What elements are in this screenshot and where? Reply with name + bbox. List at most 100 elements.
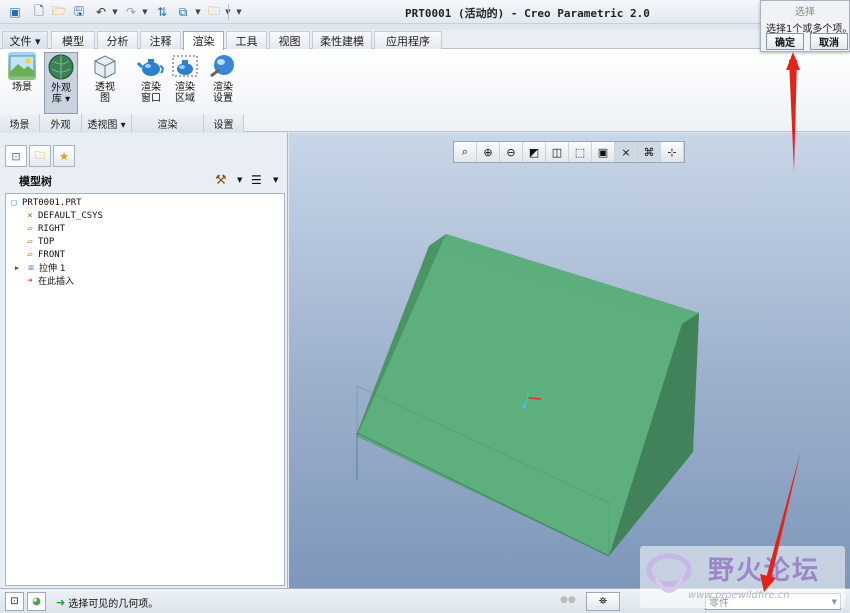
folder-icon: 🗀 — [34, 148, 46, 162]
favorites-icon: ★ — [59, 149, 69, 163]
scene-label: 场景 — [12, 82, 32, 93]
render-teapot-icon — [137, 52, 165, 80]
tab-flexible-modeling[interactable]: 柔性建模 — [312, 31, 372, 49]
datum-plane-icon: ▱ — [27, 223, 33, 234]
model-tree: ▢ PRT0001.PRT ⨯ DEFAULT_CSYS ▱ RIGHT ▱ T… — [5, 193, 285, 586]
app-logo-icon[interactable]: ▣ — [6, 3, 24, 21]
customize-toolbar-icon[interactable]: ▼ — [234, 3, 244, 21]
regenerate-icon[interactable]: ⇅ — [153, 3, 171, 21]
tab-tools[interactable]: 工具 — [226, 31, 267, 49]
tree-settings-dropdown-icon[interactable]: ▼ — [237, 176, 242, 184]
dialog-title: 选择 — [795, 7, 815, 18]
browser-toggle-icon[interactable]: ◕ — [27, 592, 46, 611]
graphics-window[interactable]: ⌕ ⊕ ⊖ ◩ ◫ ⬚ ▣ ⨯ ⌘ ⊹ — [289, 133, 850, 588]
tab-model[interactable]: 模型 — [51, 31, 95, 49]
group-perspective[interactable]: 透视图 ▾ — [82, 114, 132, 132]
render-setup-icon — [209, 52, 237, 80]
tree-item-csys[interactable]: ⨯ DEFAULT_CSYS — [24, 209, 103, 222]
find-button[interactable]: ⛯ — [586, 592, 620, 611]
render-region-button[interactable]: 渲染 区域 — [168, 52, 202, 114]
redo-dropdown-icon[interactable]: ▼ — [140, 3, 150, 21]
extrude-icon: ⧈ — [28, 262, 34, 273]
watermark-title: 野火论坛 — [708, 556, 821, 586]
tree-columns-dropdown-icon[interactable]: ▼ — [273, 176, 278, 184]
tab-file[interactable]: 文件 ▾ — [2, 31, 48, 49]
tree-item-label: 在此插入 — [38, 277, 75, 287]
cancel-button[interactable]: 取消 — [810, 33, 848, 50]
tab-render[interactable]: 渲染 — [183, 31, 224, 50]
datum-plane-icon: ▱ — [27, 249, 33, 260]
windows-icon[interactable]: ⧉ — [174, 3, 192, 21]
tree-item-extrude[interactable]: ▶ ⧈ 拉伸 1 — [11, 261, 66, 275]
window-title: PRT0001 (活动的) - Creo Parametric 2.0 — [405, 7, 650, 20]
expand-arrow-icon[interactable]: ▶ — [11, 262, 23, 273]
render-setup-label: 渲染 设置 — [213, 82, 233, 104]
title-bar: ▣ 🗋 🗁 🖫 ↶ ▼ ↷ ▼ ⇅ ⧉ ▼ 🗀 ▼ ▼ PRT0001 (活动的… — [0, 0, 850, 24]
close-window-icon[interactable]: 🗀 — [205, 3, 223, 21]
perspective-label: 透视 图 — [95, 82, 115, 104]
insert-arrow-icon: ➔ — [27, 275, 33, 286]
ribbon-panel: 场景 外观 库 ▾ 透视 图 渲染 窗口 渲染 区域 渲染 设置 场景 外观 透… — [0, 49, 850, 132]
perspective-cube-icon — [91, 52, 119, 80]
tree-item-label: PRT0001.PRT — [22, 197, 82, 208]
tree-item-top-plane[interactable]: ▱ TOP — [24, 235, 54, 248]
watermark-url: www.proewildfire.cn — [688, 590, 790, 601]
tree-item-label: 拉伸 1 — [39, 264, 66, 274]
render-region-label: 渲染 区域 — [175, 82, 195, 104]
model-tree-tab[interactable]: ⊡ — [5, 145, 27, 167]
tab-annotate[interactable]: 注释 — [140, 31, 181, 49]
tree-columns-icon[interactable]: ☰ — [251, 173, 262, 187]
csys-x-axis — [527, 397, 542, 400]
navigator-toggle-icon[interactable]: ⊡ — [5, 592, 24, 611]
message-arrow-icon: ➜ — [56, 596, 66, 609]
render-setup-button[interactable]: 渲染 设置 — [206, 52, 240, 114]
tree-item-label: FRONT — [38, 249, 66, 260]
toolbar-separator — [228, 4, 229, 20]
tab-view[interactable]: 视图 — [269, 31, 310, 49]
undo-icon[interactable]: ↶ — [92, 3, 110, 21]
ribbon-tab-bar: 文件 ▾ 模型 分析 注释 渲染 工具 视图 柔性建模 应用程序 — [0, 30, 850, 50]
group-setup: 设置 — [204, 114, 244, 132]
scene-icon — [8, 52, 36, 80]
tree-item-right-plane[interactable]: ▱ RIGHT — [24, 222, 65, 235]
ok-button[interactable]: 确定 — [766, 33, 804, 50]
open-folder-icon[interactable]: 🗁 — [50, 3, 68, 21]
folder-browser-tab[interactable]: 🗀 — [29, 145, 51, 167]
tab-applications[interactable]: 应用程序 — [374, 31, 442, 49]
tab-analysis[interactable]: 分析 — [97, 31, 138, 49]
csys-origin — [522, 404, 526, 408]
tree-item-label: TOP — [38, 236, 55, 247]
binoculars-icon: ⛯ — [599, 596, 607, 607]
tree-item-label: RIGHT — [38, 223, 66, 234]
undo-dropdown-icon[interactable]: ▼ — [110, 3, 120, 21]
model-tree-header: 模型树 ⚒ ▼ ☰ ▼ — [5, 170, 285, 192]
appearance-gallery-button[interactable]: 外观 库 ▾ — [44, 52, 78, 114]
windows-dropdown-icon[interactable]: ▼ — [193, 3, 203, 21]
model-tree-title: 模型树 — [19, 175, 52, 188]
save-icon[interactable]: 🖫 — [70, 3, 88, 21]
scene-button[interactable]: 场景 — [5, 52, 39, 114]
appearance-gallery-label: 外观 库 ▾ — [51, 83, 71, 105]
progress-dots-icon: ●● — [560, 595, 576, 605]
datum-plane-icon: ▱ — [27, 236, 33, 247]
render-window-button[interactable]: 渲染 窗口 — [134, 52, 168, 114]
redo-icon[interactable]: ↷ — [122, 3, 140, 21]
favorites-tab[interactable]: ★ — [53, 145, 75, 167]
perspective-button[interactable]: 透视 图 — [88, 52, 122, 114]
part-icon: ▢ — [11, 197, 17, 208]
group-render: 渲染 — [132, 114, 204, 132]
new-file-icon[interactable]: 🗋 — [30, 3, 48, 21]
tree-item-front-plane[interactable]: ▱ FRONT — [24, 248, 65, 261]
tree-settings-icon[interactable]: ⚒ — [215, 173, 227, 188]
render-region-icon — [171, 52, 199, 80]
model-tree-icon: ⊡ — [11, 149, 21, 163]
forum-watermark: 野火论坛 www.proewildfire.cn — [640, 546, 845, 608]
group-appearance[interactable]: 外观 — [40, 114, 82, 132]
tree-item-part[interactable]: ▢ PRT0001.PRT — [8, 196, 82, 209]
group-scene: 场景 — [0, 114, 40, 132]
appearance-sphere-icon — [47, 53, 75, 81]
csys-icon: ⨯ — [27, 210, 33, 221]
tree-item-label: DEFAULT_CSYS — [38, 210, 104, 221]
model-viewport[interactable] — [289, 133, 850, 588]
tree-item-insert-here[interactable]: ➔ 在此插入 — [24, 274, 75, 288]
